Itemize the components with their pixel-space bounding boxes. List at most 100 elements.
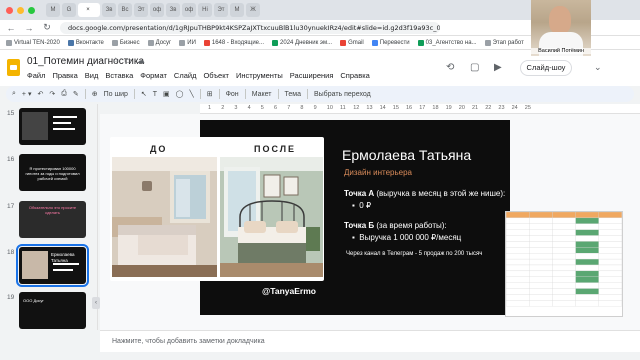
sheet-cell (529, 294, 553, 301)
browser-tab[interactable]: Зв (102, 3, 116, 17)
bookmark[interactable]: Этап работ (484, 39, 524, 46)
menu-view[interactable]: Вид (85, 71, 99, 80)
browser-tab[interactable]: Эт (214, 3, 228, 17)
theme-button[interactable]: Тема (285, 91, 301, 98)
bookmark[interactable]: Gmail (340, 39, 364, 46)
before-photo[interactable] (112, 157, 217, 277)
print-icon[interactable]: ⎙ (61, 90, 67, 98)
maximize-window-button[interactable] (28, 7, 35, 14)
chevron-down-icon[interactable]: ⌄ (594, 62, 602, 73)
browser-tab[interactable]: Hi (198, 3, 212, 17)
sheet-cell (598, 241, 622, 248)
bookmark-label: Этап работ (492, 39, 524, 46)
spreadsheet-image[interactable] (505, 211, 623, 317)
bookmark[interactable]: 2024 Дневник эм... (272, 39, 332, 46)
sheet-cell (575, 288, 599, 295)
collapse-filmstrip-icon[interactable]: ‹ (92, 297, 100, 309)
browser-tab[interactable]: Ж (246, 3, 260, 17)
move-folder-icon[interactable]: ▭ (124, 56, 132, 65)
comment-icon[interactable]: ▢ (470, 62, 479, 73)
sheet-cell (575, 247, 599, 254)
menu-edit[interactable]: Правка (52, 71, 77, 80)
reload-icon[interactable]: ↻ (42, 22, 52, 33)
slide-thumbnail-selected[interactable]: Ермолаева Татьяна (16, 244, 89, 287)
browser-tab[interactable]: Вс (118, 3, 132, 17)
gmail-icon (340, 39, 347, 46)
menu-extensions[interactable]: Расширения (290, 71, 334, 80)
thumbnail-line (53, 128, 75, 130)
redo-icon[interactable]: ↷ (49, 90, 55, 98)
slide-thumbnail[interactable]: Я протестировал 100000 гипотез за годы и… (19, 154, 86, 191)
layout-button[interactable]: Макет (252, 91, 272, 98)
text-box-icon[interactable]: T (153, 91, 157, 98)
bookmark[interactable]: Досуг (147, 39, 171, 46)
sheet-cell (529, 300, 553, 307)
browser-tab[interactable]: Эт (134, 3, 148, 17)
point-b-bullet: ▪ Выручка 1 000 000 ₽/месяц (352, 233, 462, 242)
browser-tab-active[interactable]: × (78, 3, 100, 17)
browser-tab[interactable]: G (62, 3, 76, 17)
browser-tab[interactable]: Зв (166, 3, 180, 17)
bookmark-icon (67, 39, 74, 46)
toolbar-divider (218, 89, 220, 99)
forward-arrow-icon[interactable]: → (24, 23, 34, 33)
sheet-cell (575, 282, 599, 289)
ruler-tick: 2 (221, 105, 225, 111)
tab-close-icon[interactable]: × (86, 7, 90, 13)
video-call-icon[interactable]: ▶ (494, 62, 502, 73)
ruler-tick: 15 (392, 105, 399, 111)
speaker-notes[interactable]: Нажмите, чтобы добавить заметки докладчи… (100, 330, 640, 352)
thumbnail-image (22, 112, 48, 140)
translate-icon (371, 39, 378, 46)
search-menus-icon[interactable]: ⌕ (12, 90, 16, 98)
select-arrow-icon[interactable]: ↖ (141, 90, 147, 98)
ruler-tick: 21 (472, 105, 479, 111)
slideshow-button[interactable]: Слайд-шоу (520, 60, 572, 76)
history-icon[interactable]: ⟲ (446, 62, 454, 73)
shape-icon[interactable]: ◯ (176, 90, 184, 98)
point-b-description: (за время работы): (374, 221, 447, 230)
after-room-illustration (220, 157, 323, 277)
menu-file[interactable]: Файл (27, 71, 45, 80)
menu-tools[interactable]: Инструменты (236, 71, 283, 80)
add-comment-icon[interactable]: ⊞ (207, 90, 213, 98)
after-photo[interactable] (220, 157, 323, 277)
browser-tab[interactable]: M (46, 3, 60, 17)
menu-slide[interactable]: Слайд (174, 71, 197, 80)
line-icon[interactable]: ╲ (190, 90, 194, 98)
bookmark[interactable]: Virtual TEN-2020 (6, 39, 60, 46)
bookmark[interactable]: Бизнес (111, 39, 140, 46)
background-button[interactable]: Фон (226, 91, 239, 98)
zoom-icon[interactable]: ⊕ (92, 90, 98, 98)
back-arrow-icon[interactable]: ← (6, 23, 16, 33)
bookmark[interactable]: 1648 - Входящие... (203, 39, 264, 46)
browser-tab[interactable]: оф (182, 3, 196, 17)
sheet-cell (529, 288, 553, 295)
image-icon[interactable]: ▣ (163, 90, 170, 98)
slide-number: 16 (7, 156, 15, 163)
close-window-button[interactable] (6, 7, 13, 14)
menu-object[interactable]: Объект (203, 71, 229, 80)
new-slide-icon[interactable]: + ▾ (22, 90, 32, 98)
url-field[interactable]: docs.google.com/presentation/d/1gRJpuTHB… (60, 21, 440, 34)
menu-format[interactable]: Формат (140, 71, 167, 80)
browser-tab[interactable]: М (230, 3, 244, 17)
zoom-select[interactable]: По шир (104, 91, 128, 98)
cloud-icon[interactable]: ☁ (137, 56, 145, 65)
menu-insert[interactable]: Вставка (105, 71, 133, 80)
slide-thumbnail[interactable]: ООО Досуг (19, 292, 86, 329)
bookmark[interactable]: ИИ (179, 39, 196, 46)
browser-tab[interactable]: оф (150, 3, 164, 17)
transition-button[interactable]: Выбрать переход (314, 91, 371, 98)
menu-help[interactable]: Справка (340, 71, 369, 80)
slides-logo-icon[interactable] (7, 59, 20, 76)
bookmark[interactable]: 03_Агентство на... (417, 39, 477, 46)
star-icon[interactable]: ☆ (112, 56, 119, 65)
bookmark[interactable]: Вконтакте (67, 39, 104, 46)
undo-icon[interactable]: ↶ (37, 90, 43, 98)
paint-format-icon[interactable]: ✎ (73, 90, 79, 98)
slide-thumbnail[interactable] (19, 108, 86, 145)
minimize-window-button[interactable] (17, 7, 24, 14)
bookmark[interactable]: Перевести (371, 39, 410, 46)
slide-thumbnail[interactable]: Обязательно это просите сделать (19, 201, 86, 238)
